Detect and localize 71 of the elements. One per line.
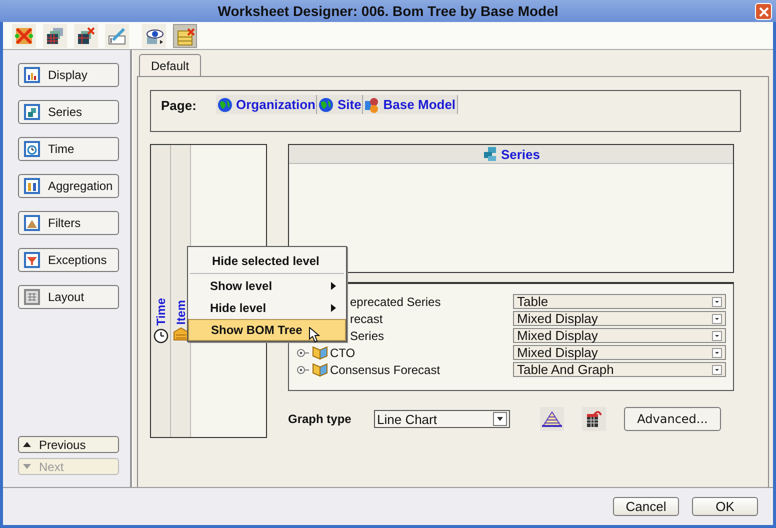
grid-delete-icon [76,26,96,46]
toolbar-button[interactable] [43,24,67,48]
display-dropdown[interactable]: Mixed Display [513,328,726,343]
toolbar-button[interactable] [142,24,166,48]
clock-icon [152,328,168,344]
clear-icon [14,26,34,46]
series-name: recast [350,312,383,326]
sidebar-button[interactable]: Aggregation [18,174,119,198]
globe-icon [217,96,233,112]
level-label[interactable]: Item [174,300,188,324]
series-name: Consensus Forecast [330,362,440,376]
display-dropdown[interactable]: Table [513,294,726,309]
sidebar-button[interactable]: Filters [18,211,119,235]
graph-type-label: Graph type [288,412,352,426]
submenu-arrow-icon [331,304,336,312]
sidebar-button[interactable]: Layout [18,285,119,309]
dialog-button[interactable]: OK [692,497,758,516]
cubes-icon [482,146,498,162]
previous-button[interactable]: Previous [18,436,119,453]
advanced-button[interactable]: Advanced... [624,407,721,431]
series-name: CTO [330,346,356,360]
folder-icon [312,362,328,376]
menu-item[interactable]: Show BOM Tree [188,319,346,341]
display-dropdown[interactable]: Mixed Display [513,311,726,326]
up-arrow-icon [23,441,31,448]
menu-item[interactable]: Hide selected level [190,250,344,272]
display-dropdown[interactable]: Table And Graph [513,362,726,377]
grid-icon [45,26,65,46]
toolbar-button[interactable] [74,24,98,48]
dialog-button[interactable]: Cancel [613,497,679,516]
layout-delete-icon [176,26,196,46]
funnel-icon [24,252,40,268]
pyramid-icon [541,410,563,428]
pyramid-button[interactable] [540,407,564,431]
sidebar-button[interactable]: Exceptions [18,248,119,272]
series-name: Series [350,328,384,342]
table-icon [24,289,40,305]
close-icon [758,6,768,16]
sidebar-button[interactable]: Display [18,63,119,87]
grid-arrow-icon [584,409,604,429]
level-chip[interactable]: Base Model [363,95,458,114]
sidebar-button[interactable]: Series [18,100,119,124]
expand-knob-icon[interactable] [296,348,310,358]
display-dropdown[interactable]: Mixed Display [513,345,726,360]
cubes-icon [24,104,40,120]
level-chip[interactable]: Organization [216,95,318,114]
sidebar-button[interactable]: Time [18,137,119,161]
chart-icon [24,67,40,83]
page-label: Page: [161,97,198,113]
mouse-pointer-icon [309,327,320,343]
panel-title: Series [500,146,540,162]
edit-icon [107,26,127,46]
submenu-arrow-icon [331,282,336,290]
export-button[interactable] [582,407,606,431]
folder-icon [312,346,328,360]
level-chip[interactable]: Site [317,95,364,114]
tab[interactable]: Default [139,54,202,76]
menu-item[interactable]: Hide level [190,297,344,319]
bars-icon [24,178,40,194]
globe-icon [318,96,334,112]
level-label[interactable]: Time [154,298,168,326]
close-button[interactable] [755,3,772,20]
window-title: Worksheet Designer: 006. Bom Tree by Base Model [218,3,558,19]
clock-icon [24,141,40,157]
box-icon [172,326,188,342]
series-name: eprecated Series [350,294,441,308]
graph-type-dropdown[interactable]: Line Chart [374,410,510,428]
model-icon [364,96,380,112]
menu-item[interactable]: Show level [190,275,344,297]
down-arrow-icon [23,463,31,470]
expand-knob-icon[interactable] [296,364,310,374]
